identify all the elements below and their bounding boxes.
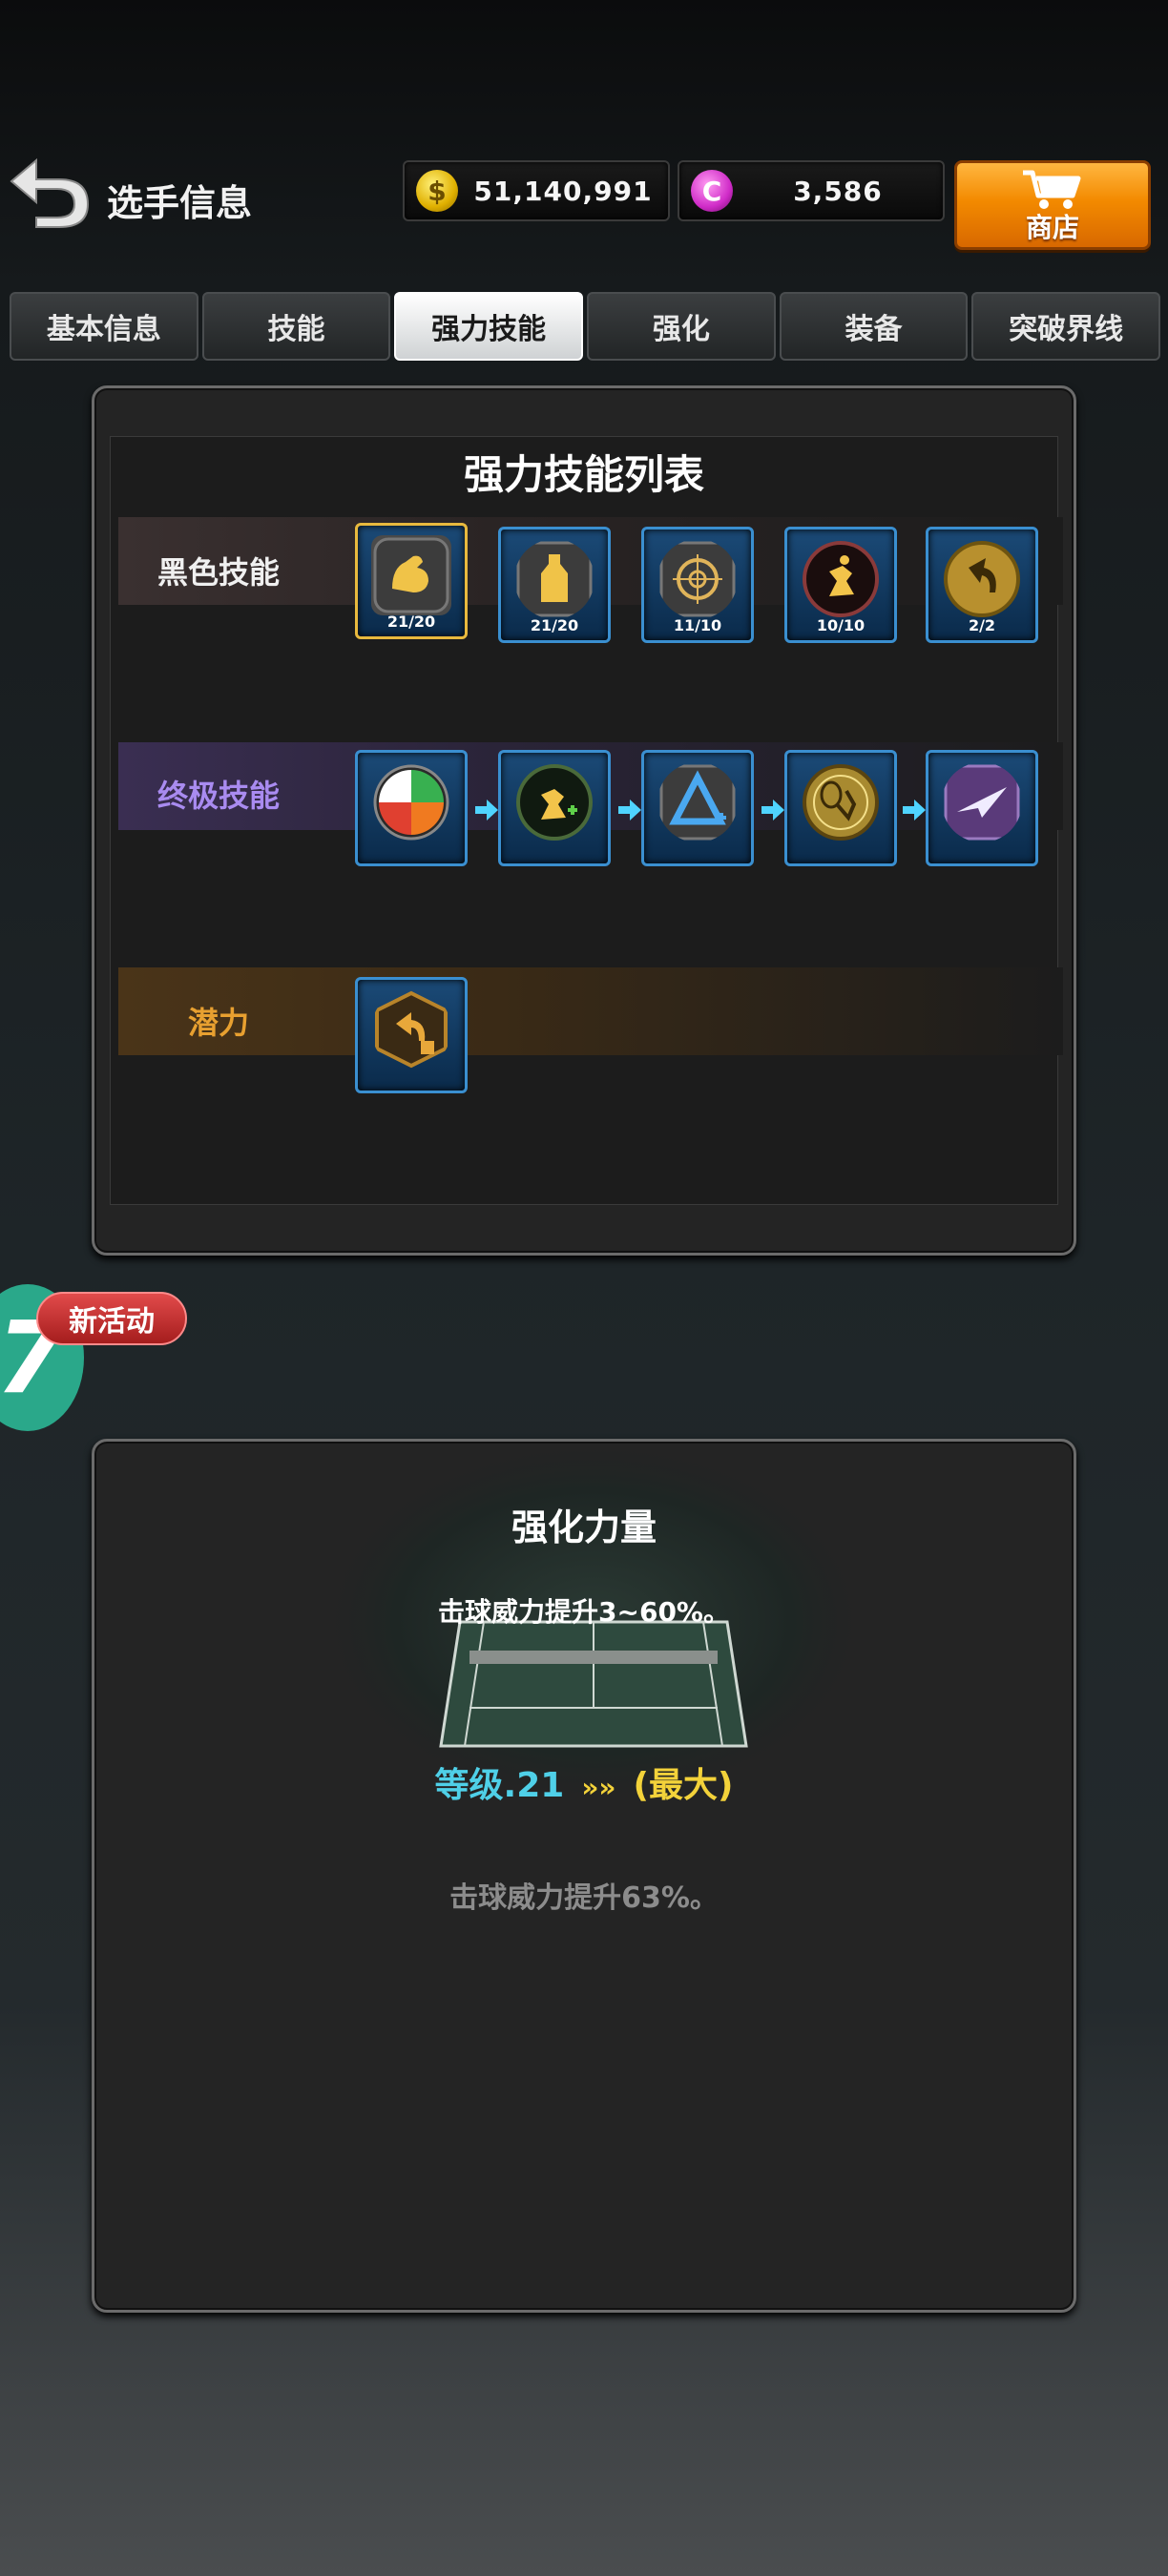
detail-effect: 击球威力提升63%。 xyxy=(449,1881,719,1915)
tab-enhance[interactable]: 强化 xyxy=(587,292,776,361)
chevron-right-icon xyxy=(475,800,498,821)
skill-count: 10/10 xyxy=(816,616,866,634)
shop-label: 商店 xyxy=(1025,212,1079,243)
level-max: (最大) xyxy=(633,1766,734,1805)
ultimate-slot-2[interactable] xyxy=(498,750,611,866)
skill-slot-curve[interactable]: 2/2 xyxy=(926,527,1038,643)
gem-coin-icon: C xyxy=(691,170,733,212)
ultimate-slot-1[interactable] xyxy=(355,750,468,866)
tab-bar: 基本信息 技能 强力技能 强化 装备 突破界线 xyxy=(10,292,1161,361)
skill-count: 21/20 xyxy=(386,613,436,631)
player-swing-icon xyxy=(803,541,879,617)
chevron-right-icon xyxy=(761,800,784,821)
gold-amount: 51,140,991 xyxy=(473,175,653,207)
racket-player-icon xyxy=(803,764,879,841)
new-activity-badge[interactable]: 新活动 xyxy=(36,1292,187,1345)
tab-breakthrough[interactable]: 突破界线 xyxy=(971,292,1161,361)
color-wheel-icon xyxy=(373,764,449,841)
triangle-boost-icon xyxy=(659,764,736,841)
page-title: 选手信息 xyxy=(107,182,253,224)
tab-skills[interactable]: 技能 xyxy=(201,292,391,361)
tab-basic-info[interactable]: 基本信息 xyxy=(10,292,198,361)
skill-slot-swing[interactable]: 10/10 xyxy=(784,527,897,643)
skill-list-title: 强力技能列表 xyxy=(463,451,704,498)
skill-count: 21/20 xyxy=(530,616,579,634)
detail-title: 强化力量 xyxy=(511,1506,657,1548)
detail-description: 击球威力提升3~60%。 xyxy=(438,1596,730,1628)
skill-count: 2/2 xyxy=(968,616,996,634)
level-separator: »» xyxy=(581,1772,616,1803)
chevron-right-icon xyxy=(903,800,926,821)
level-value: 等级.21 xyxy=(434,1766,565,1805)
gem-balance: C 3,586 xyxy=(678,160,945,221)
chevron-right-icon xyxy=(618,800,641,821)
level-line: 等级.21 »» (最大) xyxy=(0,1757,1168,1807)
energy-bottle-icon xyxy=(516,541,593,617)
skill-count: 11/10 xyxy=(673,616,722,634)
potential-arrow-icon xyxy=(375,990,448,1069)
shop-button[interactable]: 商店 xyxy=(954,160,1151,250)
curved-arrow-icon xyxy=(944,541,1020,617)
tab-power-skills[interactable]: 强力技能 xyxy=(394,292,584,361)
potential-slot[interactable] xyxy=(355,977,468,1093)
ultimate-slot-4[interactable] xyxy=(784,750,897,866)
black-skills-label: 黑色技能 xyxy=(156,554,280,591)
player-power-up-icon xyxy=(516,764,593,841)
skill-slot-target[interactable]: 11/10 xyxy=(641,527,754,643)
gem-amount: 3,586 xyxy=(793,175,883,207)
skill-slot-bottle[interactable]: 21/20 xyxy=(498,527,611,643)
tab-equipment[interactable]: 装备 xyxy=(779,292,969,361)
gold-balance: $ 51,140,991 xyxy=(403,160,670,221)
shopping-cart-icon xyxy=(1023,170,1081,209)
back-arrow-icon[interactable] xyxy=(8,153,94,229)
skill-slot-flex[interactable]: 21/20 xyxy=(355,523,468,639)
target-crosshair-icon xyxy=(659,541,736,617)
flexed-arm-icon xyxy=(371,535,451,615)
gold-coin-icon: $ xyxy=(416,170,458,212)
potential-label: 潜力 xyxy=(187,1005,249,1041)
ultimate-slot-5[interactable] xyxy=(926,750,1038,866)
ultimate-slot-3[interactable] xyxy=(641,750,754,866)
paper-plane-icon xyxy=(944,764,1020,841)
ultimate-skills-label: 终极技能 xyxy=(156,778,280,814)
